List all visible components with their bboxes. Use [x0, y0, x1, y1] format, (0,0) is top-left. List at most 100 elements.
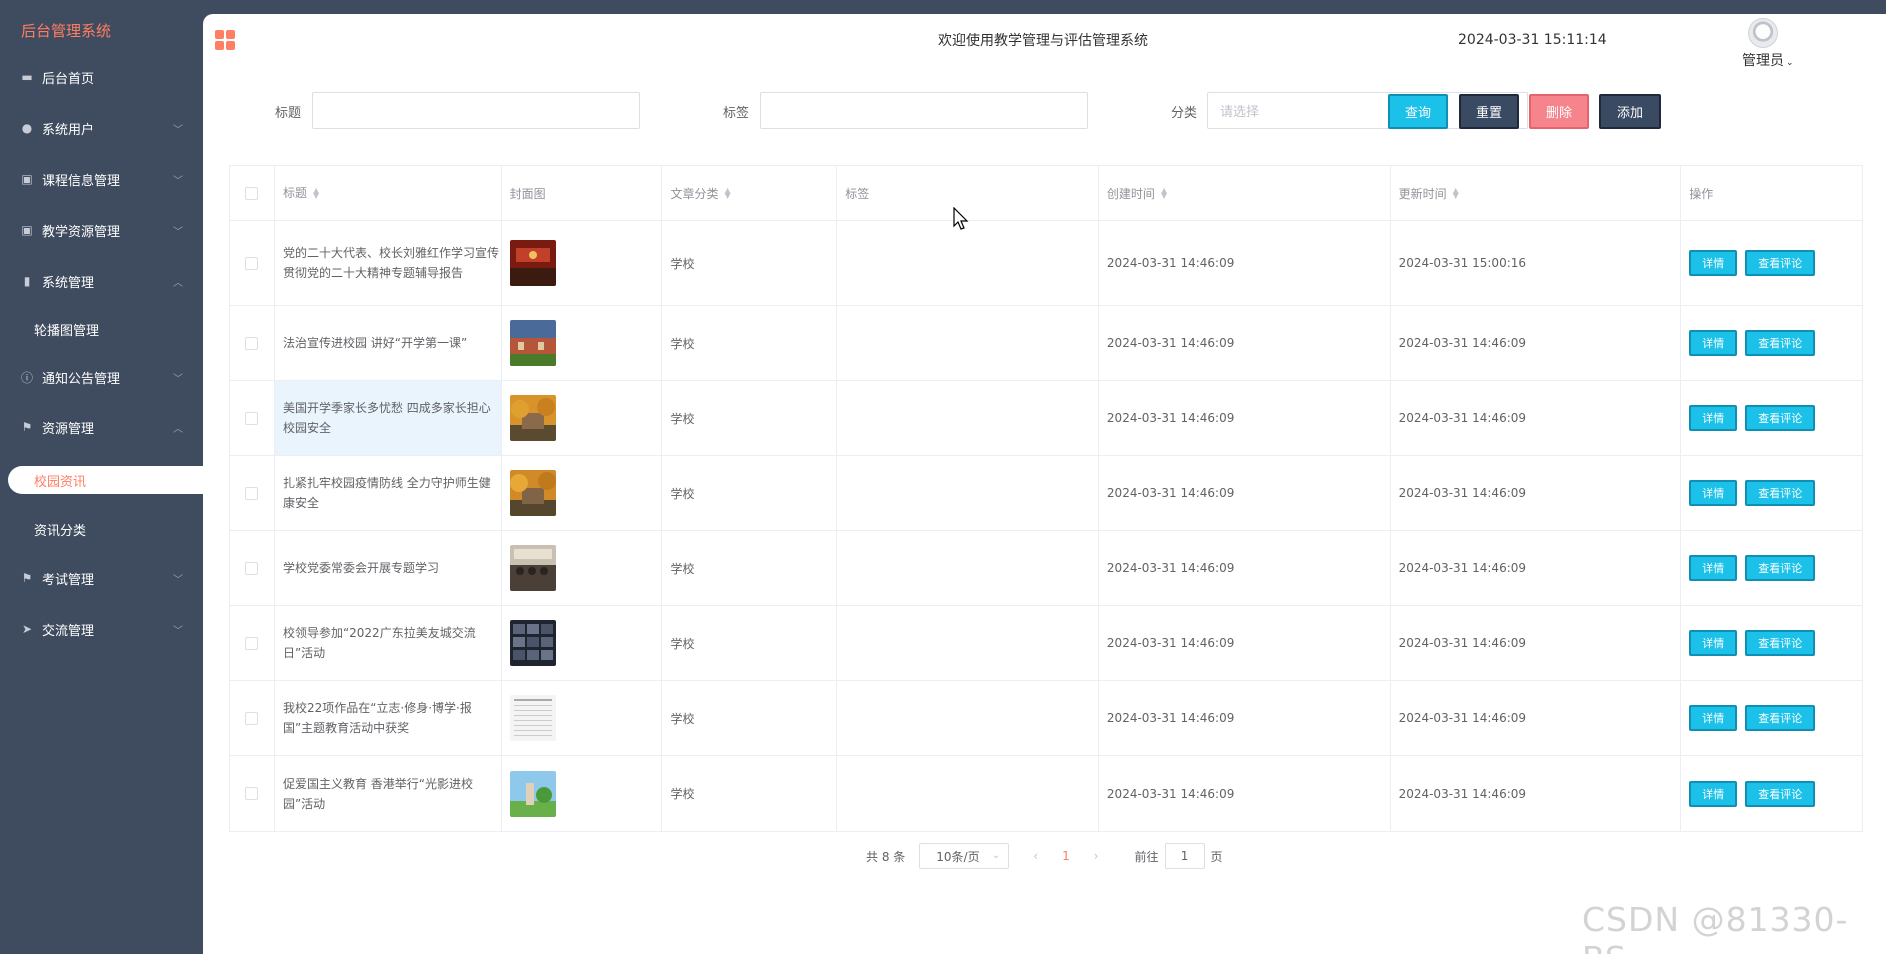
chevron-down-icon: ⌄ — [1786, 58, 1794, 68]
sidebar-item-resources[interactable]: ⚑ 资源管理 ︿ — [0, 410, 203, 444]
reset-button[interactable]: 重置 — [1459, 94, 1519, 129]
row-checkbox[interactable] — [245, 486, 259, 500]
view-comments-button[interactable]: 查看评论 — [1745, 250, 1816, 276]
row-updated: 2024-03-31 14:46:09 — [1391, 756, 1682, 831]
detail-button[interactable]: 详情 — [1689, 480, 1738, 506]
row-cover — [502, 756, 663, 831]
view-comments-button[interactable]: 查看评论 — [1745, 630, 1816, 656]
column-header-created[interactable]: 创建时间 ▲ ▼ — [1099, 166, 1391, 220]
row-updated: 2024-03-31 14:46:09 — [1391, 531, 1682, 605]
select-all-checkbox[interactable] — [245, 186, 259, 200]
row-title: 促爱国主义教育 香港举行“光影进校园”活动 — [275, 756, 502, 831]
prev-page-icon[interactable]: ‹ — [1033, 849, 1038, 863]
sort-icon[interactable]: ▲ ▼ — [1161, 187, 1167, 200]
view-comments-button[interactable]: 查看评论 — [1745, 780, 1816, 807]
row-check-cell — [230, 756, 275, 831]
next-page-icon[interactable]: › — [1094, 849, 1099, 863]
row-checkbox[interactable] — [245, 787, 259, 800]
column-header-title[interactable]: 标题 ▲ ▼ — [275, 166, 502, 220]
sort-icon[interactable]: ▲ ▼ — [1453, 187, 1459, 200]
goto-page-input[interactable]: 1 — [1164, 843, 1205, 869]
view-comments-button[interactable]: 查看评论 — [1745, 330, 1816, 356]
row-title: 美国开学季家长多忧愁 四成多家长担心校园安全 — [274, 381, 502, 455]
column-header-updated[interactable]: 更新时间 ▲ ▼ — [1391, 166, 1682, 220]
row-check-cell — [230, 381, 275, 455]
page-number-current[interactable]: 1 — [1062, 849, 1070, 863]
query-button[interactable]: 查询 — [1388, 94, 1448, 129]
row-cover — [502, 606, 663, 680]
detail-button[interactable]: 详情 — [1689, 780, 1738, 807]
view-comments-button[interactable]: 查看评论 — [1745, 705, 1816, 731]
column-header-label: 标题 — [282, 186, 307, 200]
sidebar-item-teaching-resources[interactable]: ▣ 教学资源管理 ﹀ — [0, 213, 203, 247]
detail-button[interactable]: 详情 — [1689, 250, 1738, 276]
sidebar: 后台管理系统 ▬ 后台首页 ● 系统用户 ﹀ ▣ 课程信息管理 ﹀ ▣ 教学资源… — [0, 0, 208, 954]
cover-image — [509, 240, 556, 286]
sidebar-item-home[interactable]: ▬ 后台首页 — [0, 60, 203, 94]
table-row[interactable]: 法治宣传进校园 讲好“开学第一课” 学校 2024-03-31 14:46:09… — [230, 306, 1862, 381]
row-cover — [502, 456, 663, 530]
row-category: 学校 — [662, 221, 838, 305]
sidebar-item-carousel[interactable]: 轮播图管理 — [0, 314, 203, 344]
tag-filter-label: 标签 — [723, 106, 750, 121]
sidebar-item-exams[interactable]: ⚑ 考试管理 ﹀ — [0, 561, 203, 595]
sidebar-item-campus-news[interactable]: 校园资讯 — [8, 466, 208, 494]
page-size-select[interactable]: 10条/页 ⌄ — [919, 843, 1010, 869]
sidebar-item-label: 课程信息管理 — [42, 173, 121, 189]
avatar[interactable] — [1748, 18, 1778, 48]
chevron-up-icon: ︿ — [173, 423, 183, 435]
tag-filter-input[interactable] — [760, 92, 1088, 129]
row-checkbox[interactable] — [245, 561, 259, 575]
sidebar-item-course-info[interactable]: ▣ 课程信息管理 ﹀ — [0, 162, 203, 196]
table-row[interactable]: 扎紧扎牢校园疫情防线 全力守护师生健康安全 学校 2024-03-31 14:4… — [230, 456, 1862, 531]
chevron-up-icon: ︿ — [173, 277, 183, 289]
sidebar-item-system-management[interactable]: ▮ 系统管理 ︿ — [0, 264, 203, 298]
sort-icon[interactable]: ▲ ▼ — [724, 187, 730, 200]
sidebar-item-system-users[interactable]: ● 系统用户 ﹀ — [0, 111, 203, 145]
sidebar-item-notices[interactable]: ⓘ 通知公告管理 ﹀ — [0, 360, 203, 394]
table-row[interactable]: 我校22项作品在“立志·修身·博学·报国”主题教育活动中获奖 学校 2024-0… — [230, 681, 1862, 756]
row-cover — [502, 306, 663, 380]
title-filter-input[interactable] — [312, 92, 640, 129]
send-icon: ➤ — [21, 622, 33, 636]
chart-icon: ▣ — [21, 223, 33, 237]
row-checkbox[interactable] — [245, 711, 259, 725]
row-checkbox[interactable] — [245, 411, 259, 425]
pagination-total: 共 8 条 — [866, 849, 906, 864]
row-created: 2024-03-31 14:46:09 — [1099, 456, 1391, 530]
sidebar-item-communication[interactable]: ➤ 交流管理 ﹀ — [0, 612, 203, 646]
flag-icon: ⚑ — [21, 571, 33, 585]
detail-button[interactable]: 详情 — [1689, 555, 1738, 581]
row-checkbox[interactable] — [245, 636, 259, 650]
detail-button[interactable]: 详情 — [1689, 630, 1738, 656]
sidebar-item-news-category[interactable]: 资讯分类 — [0, 514, 203, 544]
row-checkbox[interactable] — [245, 256, 259, 270]
delete-button[interactable]: 删除 — [1529, 94, 1589, 129]
table-row[interactable]: 党的二十大代表、校长刘雅红作学习宣传贯彻党的二十大精神专题辅导报告 学校 202… — [230, 221, 1862, 306]
column-header-category[interactable]: 文章分类 ▲ ▼ — [662, 166, 838, 220]
monitor-icon: ▬ — [21, 70, 33, 84]
row-tag — [837, 681, 1099, 755]
view-comments-button[interactable]: 查看评论 — [1745, 555, 1816, 581]
sidebar-item-label: 交流管理 — [42, 623, 95, 639]
row-category: 学校 — [662, 756, 838, 831]
detail-button[interactable]: 详情 — [1689, 405, 1738, 431]
row-checkbox[interactable] — [245, 336, 259, 350]
row-actions: 详情 查看评论 — [1681, 381, 1862, 455]
table-row[interactable]: 促爱国主义教育 香港举行“光影进校园”活动 学校 2024-03-31 14:4… — [230, 756, 1862, 831]
sort-icon[interactable]: ▲ ▼ — [313, 187, 319, 200]
detail-button[interactable]: 详情 — [1689, 705, 1738, 731]
view-comments-button[interactable]: 查看评论 — [1745, 480, 1816, 506]
sidebar-item-label: 系统管理 — [42, 275, 95, 291]
view-comments-button[interactable]: 查看评论 — [1745, 405, 1816, 431]
user-icon: ● — [21, 121, 33, 135]
detail-button[interactable]: 详情 — [1689, 330, 1738, 356]
table-row[interactable]: 校领导参加“2022广东拉美友城交流日”活动 学校 2024-03-31 14:… — [230, 606, 1862, 681]
table-row[interactable]: 美国开学季家长多忧愁 四成多家长担心校园安全 学校 2024-03-31 14:… — [230, 381, 1862, 456]
table-row[interactable]: 学校党委常委会开展专题学习 学校 2024-03-31 14:46:09 202… — [230, 531, 1862, 606]
cover-image — [509, 770, 556, 817]
user-menu[interactable]: 管理员 ⌄ — [1742, 50, 1794, 70]
column-header-label: 创建时间 — [1106, 186, 1155, 201]
menu-grid-icon[interactable] — [215, 30, 235, 50]
add-button[interactable]: 添加 — [1599, 94, 1661, 129]
